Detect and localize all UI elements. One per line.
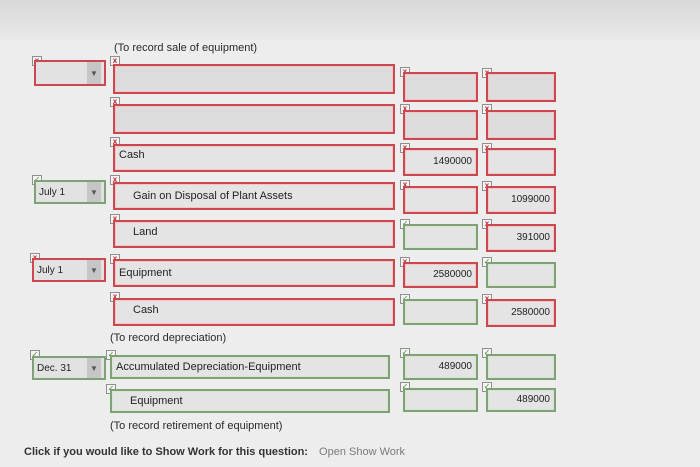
account-field-row7[interactable]: Cash (113, 298, 395, 326)
account-field-row3[interactable]: Cash (113, 144, 395, 172)
credit-field-row1[interactable] (486, 72, 556, 102)
chevron-down-icon: ▼ (87, 62, 101, 84)
debit-field-row7[interactable] (403, 299, 478, 325)
credit-field-row2[interactable] (486, 110, 556, 140)
date-select-row1[interactable]: ▼ (34, 60, 106, 86)
debit-field-row9[interactable] (403, 388, 478, 412)
chevron-down-icon: ▼ (87, 182, 101, 202)
debit-field-row4[interactable] (403, 186, 478, 214)
account-field-row6[interactable]: Equipment (113, 259, 395, 287)
account-field-row4[interactable]: Gain on Disposal of Plant Assets (113, 182, 395, 210)
date-select-row4[interactable]: July 1 ▼ (34, 180, 106, 204)
debit-field-row1[interactable] (403, 72, 478, 102)
account-field-row8[interactable]: Accumulated Depreciation-Equipment (110, 355, 390, 379)
date-select-row6[interactable]: July 1 ▼ (32, 258, 106, 282)
credit-field-row9[interactable]: 489000 (486, 388, 556, 412)
account-field-row1[interactable] (113, 64, 395, 94)
chevron-down-icon: ▼ (87, 260, 101, 280)
note-depreciation: (To record depreciation) (110, 332, 227, 344)
date-value: July 1 (39, 186, 66, 198)
debit-field-row8[interactable]: 489000 (403, 354, 478, 380)
credit-field-row4[interactable]: 1099000 (486, 186, 556, 214)
debit-field-row5[interactable] (403, 224, 478, 250)
top-band (0, 0, 700, 40)
account-field-row5[interactable]: Land (113, 220, 395, 248)
credit-field-row3[interactable] (486, 148, 556, 176)
show-work-prompt: Click if you would like to Show Work for… (24, 446, 405, 458)
debit-field-row2[interactable] (403, 110, 478, 140)
show-work-text: Click if you would like to Show Work for… (24, 446, 308, 458)
date-select-row8[interactable]: Dec. 31 ▼ (32, 356, 106, 380)
date-value: July 1 (37, 264, 64, 276)
debit-field-row6[interactable]: 2580000 (403, 262, 478, 288)
account-field-row9[interactable]: Equipment (110, 389, 390, 413)
note-sale: (To record sale of equipment) (114, 42, 258, 54)
credit-field-row5[interactable]: 391000 (486, 224, 556, 252)
open-show-work-link[interactable]: Open Show Work (319, 446, 405, 458)
credit-field-row6[interactable] (486, 262, 556, 288)
credit-field-row7[interactable]: 2580000 (486, 299, 556, 327)
account-field-row2[interactable] (113, 104, 395, 134)
date-value: Dec. 31 (37, 362, 72, 374)
note-retirement: (To record retirement of equipment) (110, 420, 283, 432)
credit-field-row8[interactable] (486, 354, 556, 380)
chevron-down-icon: ▼ (87, 358, 101, 378)
debit-field-row3[interactable]: 1490000 (403, 148, 478, 176)
